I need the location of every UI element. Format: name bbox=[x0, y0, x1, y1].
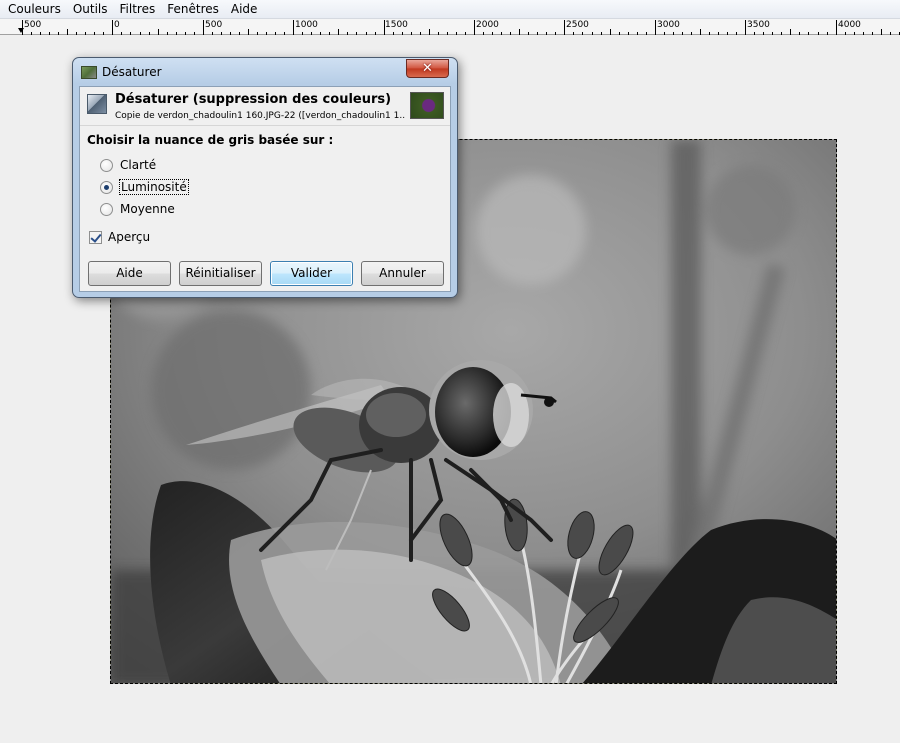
ruler-label: 500 bbox=[205, 20, 223, 30]
ok-button[interactable]: Valider bbox=[270, 261, 353, 286]
menu-couleurs[interactable]: Couleurs bbox=[2, 1, 67, 18]
horizontal-ruler[interactable]: 500 0 500 1000 1500 2000 2500 3000 3500 … bbox=[0, 19, 900, 35]
ruler-label: 4000 bbox=[838, 20, 861, 30]
ruler-label: 500 bbox=[24, 20, 42, 30]
radio-label: Clarté bbox=[120, 158, 157, 172]
ruler-label: 0 bbox=[114, 20, 120, 30]
radio-clarte[interactable]: Clarté bbox=[100, 157, 156, 173]
image-thumbnail bbox=[410, 92, 444, 119]
gimp-app-icon bbox=[81, 66, 97, 79]
cancel-button[interactable]: Annuler bbox=[361, 261, 444, 286]
menubar: Couleurs Outils Filtres Fenêtres Aide bbox=[0, 0, 900, 19]
ruler-label: 1500 bbox=[385, 20, 408, 30]
dialog-header: Désaturer (suppression des couleurs) Cop… bbox=[80, 87, 450, 126]
dialog-body: Désaturer (suppression des couleurs) Cop… bbox=[79, 86, 451, 292]
preview-checkbox-row[interactable]: Aperçu bbox=[89, 229, 150, 245]
menu-filtres[interactable]: Filtres bbox=[114, 1, 162, 18]
help-button[interactable]: Aide bbox=[88, 261, 171, 286]
dialog-titlebar[interactable]: Désaturer ✕ bbox=[73, 58, 457, 86]
preview-label: Aperçu bbox=[108, 230, 151, 244]
radio-moyenne[interactable]: Moyenne bbox=[100, 201, 175, 217]
menu-fenetres[interactable]: Fenêtres bbox=[161, 1, 225, 18]
ruler-label: 1000 bbox=[295, 20, 318, 30]
dialog-title: Désaturer bbox=[102, 65, 162, 79]
radio-label: Moyenne bbox=[120, 202, 175, 216]
dialog-header-subtitle: Copie de verdon_chadoulin1 160.JPG-22 ([… bbox=[115, 111, 405, 121]
desaturate-dialog: Désaturer ✕ Désaturer (suppression des c… bbox=[72, 57, 458, 298]
radio-button-icon[interactable] bbox=[100, 158, 113, 172]
desaturate-icon bbox=[87, 94, 107, 114]
radio-label: Luminosité bbox=[119, 179, 189, 195]
radio-button-checked-icon[interactable] bbox=[100, 180, 113, 194]
radio-button-icon[interactable] bbox=[100, 202, 113, 216]
reset-button[interactable]: Réinitialiser bbox=[179, 261, 262, 286]
ruler-label: 3500 bbox=[747, 20, 770, 30]
ruler-label: 2000 bbox=[476, 20, 499, 30]
menu-outils[interactable]: Outils bbox=[67, 1, 114, 18]
menu-aide[interactable]: Aide bbox=[225, 1, 264, 18]
dialog-header-title: Désaturer (suppression des couleurs) bbox=[115, 92, 392, 107]
radio-luminosite[interactable]: Luminosité bbox=[100, 179, 189, 195]
close-button[interactable]: ✕ bbox=[406, 59, 449, 78]
shade-section-label: Choisir la nuance de gris basée sur : bbox=[87, 133, 334, 147]
ruler-label: 2500 bbox=[566, 20, 589, 30]
checkbox-checked-icon[interactable] bbox=[89, 230, 102, 244]
ruler-label: 3000 bbox=[657, 20, 680, 30]
